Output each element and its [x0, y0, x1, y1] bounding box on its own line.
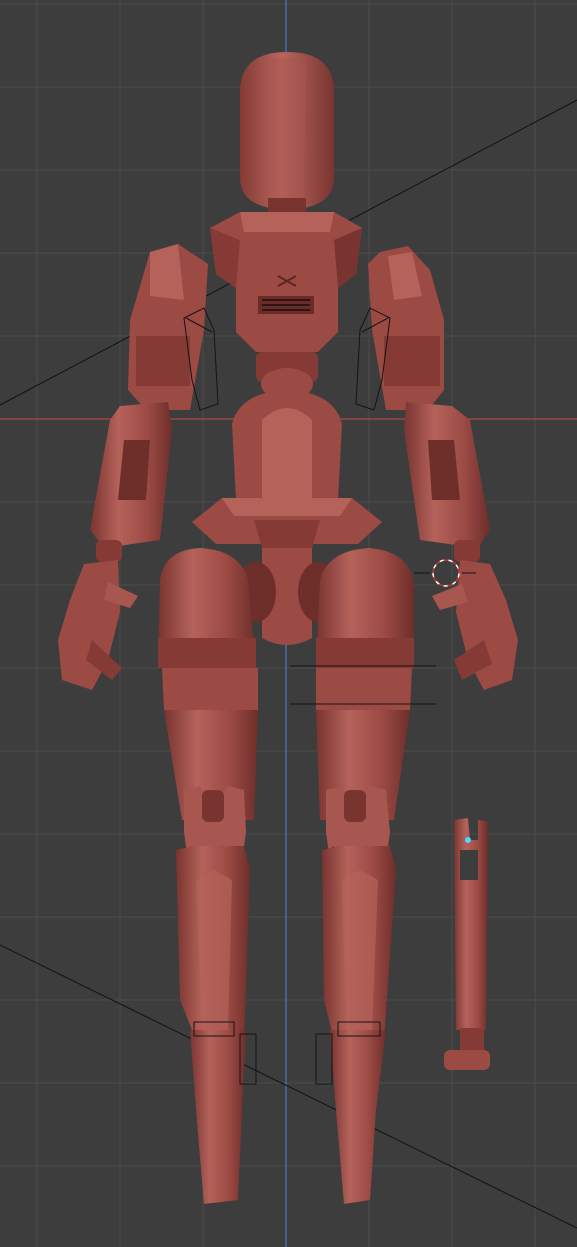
- torso[interactable]: [210, 212, 362, 514]
- 3d-viewport[interactable]: [0, 0, 577, 1247]
- mannequin-model[interactable]: [58, 52, 518, 1204]
- head[interactable]: [240, 52, 334, 216]
- detached-part[interactable]: [444, 818, 490, 1070]
- origin-point: [465, 837, 471, 843]
- leg-right[interactable]: [316, 548, 414, 1204]
- leg-left[interactable]: [158, 548, 258, 1204]
